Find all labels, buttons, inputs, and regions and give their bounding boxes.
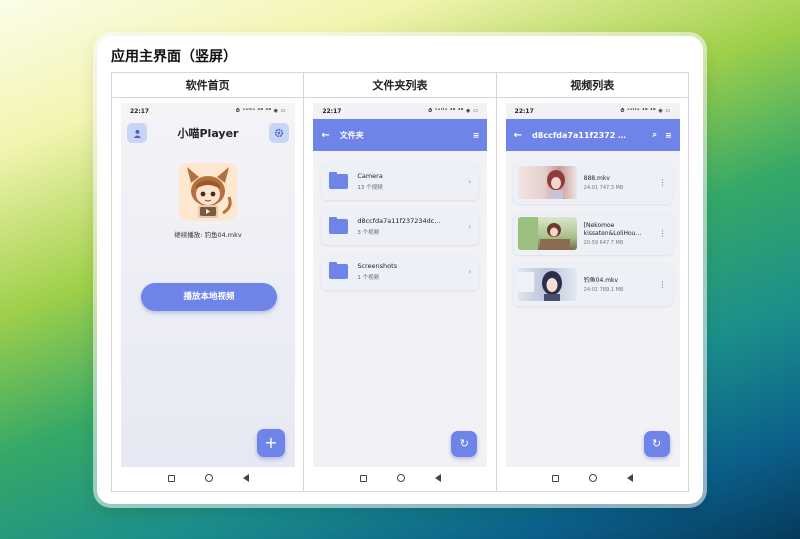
status-icons: ⏱ ᵛᵒˡᵗᵉ ⁴ᴳ ⁴ᴳ ◉ ▭ [235,108,286,114]
home-icon[interactable] [204,474,213,482]
sort-icon[interactable]: ≡ [473,131,480,140]
back-icon[interactable] [627,474,634,482]
column-header-videos: 视频列表 [496,73,688,98]
recent-apps-icon[interactable] [552,474,560,482]
recent-apps-icon[interactable] [359,474,367,482]
video-meta: 24:01 747.3 MB [583,184,624,191]
column-header-home: 软件首页 [112,73,304,98]
status-icons: ⏱ ᵛᵒˡᵗᵉ ⁴ᴳ ⁴ᴳ ◉ ▭ [620,108,671,114]
status-bar: 22:17 ⏱ ᵛᵒˡᵗᵉ ⁴ᴳ ⁴ᴳ ◉ ▭ [121,103,295,119]
video-meta: 20:59 647.7 MB [583,239,624,246]
status-time: 22:17 [322,107,342,115]
app-title: 小喵Player [177,127,239,140]
folder-name: Screenshots [357,262,398,270]
home-icon[interactable] [396,474,405,482]
status-icons: ⏱ ᵛᵒˡᵗᵉ ⁴ᴳ ⁴ᴳ ◉ ▭ [428,108,479,114]
video-item[interactable]: [Nekomoe kissaten&LoliHou… 20:59 647.7 M… [512,212,673,255]
phone-folders: 22:17 ⏱ ᵛᵒˡᵗᵉ ⁴ᴳ ⁴ᴳ ◉ ▭ ← 文件夹 ≡ Camera 1… [313,103,488,467]
search-icon[interactable]: ⌕ [652,130,656,140]
video-item[interactable]: 钓鱼04.mkv 24:01 789.1 MB ⋮ [512,263,673,306]
column-header-folders: 文件夹列表 [304,73,496,98]
folder-name: d8ccfda7a11f237234dc… [357,217,441,225]
folders-title: 文件夹 [339,130,364,140]
video-thumbnail [517,166,577,199]
screens-grid: 软件首页 22:17 ⏱ ᵛᵒˡᵗᵉ ⁴ᴳ ⁴ᴳ ◉ ▭ 小喵Player 继续… [111,72,689,492]
folder-icon [329,172,349,189]
folder-icon [329,217,349,234]
user-icon [133,129,141,138]
gear-icon [274,128,284,138]
folder-count: 1 个视频 [357,275,380,281]
folder-item[interactable]: d8ccfda7a11f237234dc… 3 个视频 › [321,208,480,245]
video-thumbnail [517,217,577,250]
continue-playing-text[interactable]: 继续播放: 钓鱼04.mkv [121,229,295,239]
back-icon[interactable] [434,474,441,482]
system-nav-bar [121,467,295,489]
column-videos: 视频列表 22:17 ⏱ ᵛᵒˡᵗᵉ ⁴ᴳ ⁴ᴳ ◉ ▭ ← d8ccfda7a… [496,73,688,491]
phone-videos: 22:17 ⏱ ᵛᵒˡᵗᵉ ⁴ᴳ ⁴ᴳ ◉ ▭ ← d8ccfda7a11f23… [505,103,680,467]
status-time: 22:17 [130,107,150,115]
sort-icon[interactable]: ≡ [665,131,672,140]
refresh-button[interactable]: ↻ [643,431,670,457]
chevron-right-icon: › [468,267,472,276]
cat-girl-logo [179,163,237,221]
status-bar: 22:17 ⏱ ᵛᵒˡᵗᵉ ⁴ᴳ ⁴ᴳ ◉ ▭ [506,103,680,119]
status-time: 22:17 [514,107,534,115]
video-thumbnail [517,268,577,301]
more-vert-icon[interactable]: ⋮ [658,178,668,187]
video-list: 888.mkv 24:01 747.3 MB ⋮ [Nekomoe kissat… [506,151,680,306]
refresh-button[interactable]: ↻ [451,431,478,457]
folder-count: 3 个视频 [357,230,380,236]
app-logo [179,163,237,221]
folders-app-bar: ← 文件夹 ≡ [313,119,488,151]
column-home: 软件首页 22:17 ⏱ ᵛᵒˡᵗᵉ ⁴ᴳ ⁴ᴳ ◉ ▭ 小喵Player 继续… [112,73,305,491]
column-folders: 文件夹列表 22:17 ⏱ ᵛᵒˡᵗᵉ ⁴ᴳ ⁴ᴳ ◉ ▭ ← 文件夹 ≡ Ca… [304,73,497,491]
folder-item[interactable]: Camera 13 个视频 › [321,163,480,200]
folder-count: 13 个视频 [357,185,383,191]
folder-list: Camera 13 个视频 › d8ccfda7a11f237234dc… 3 … [313,151,487,290]
user-button[interactable] [127,123,147,143]
chevron-right-icon: › [468,177,472,186]
play-local-video-button[interactable]: 播放本地视频 [141,283,277,311]
folder-icon [329,262,349,279]
video-name: [Nekomoe kissaten&LoliHou… [583,221,642,237]
add-button[interactable]: + [257,429,285,457]
folder-name: Camera [357,172,383,180]
more-vert-icon[interactable]: ⋮ [658,280,668,289]
phone-home: 22:17 ⏱ ᵛᵒˡᵗᵉ ⁴ᴳ ⁴ᴳ ◉ ▭ 小喵Player 继续播放: 钓… [121,103,295,467]
system-nav-bar [313,467,487,489]
home-icon[interactable] [589,474,598,482]
refresh-icon: ↻ [459,437,469,450]
presentation-card: 应用主界面（竖屏） 软件首页 22:17 ⏱ ᵛᵒˡᵗᵉ ⁴ᴳ ⁴ᴳ ◉ ▭ 小… [97,36,703,504]
videos-app-bar: ← d8ccfda7a11f2372 … ⌕ ≡ [505,119,680,151]
videos-title: d8ccfda7a11f2372 … [532,130,627,140]
recent-apps-icon[interactable] [167,474,175,482]
video-item[interactable]: 888.mkv 24:01 747.3 MB ⋮ [512,161,673,204]
home-header: 小喵Player [121,119,295,143]
chevron-right-icon: › [468,222,472,231]
status-bar: 22:17 ⏱ ᵛᵒˡᵗᵉ ⁴ᴳ ⁴ᴳ ◉ ▭ [313,103,487,119]
video-name: 钓鱼04.mkv [583,276,619,284]
arrow-left-icon[interactable]: ← [321,130,329,141]
settings-button[interactable] [268,123,289,143]
folder-item[interactable]: Screenshots 1 个视频 › [321,253,480,290]
back-icon[interactable] [242,474,249,482]
refresh-icon: ↻ [652,437,662,450]
video-name: 888.mkv [583,174,610,182]
system-nav-bar [506,467,680,489]
page-title: 应用主界面（竖屏） [111,49,237,65]
more-vert-icon[interactable]: ⋮ [658,229,668,238]
arrow-left-icon[interactable]: ← [514,130,522,141]
video-meta: 24:01 789.1 MB [583,286,624,293]
